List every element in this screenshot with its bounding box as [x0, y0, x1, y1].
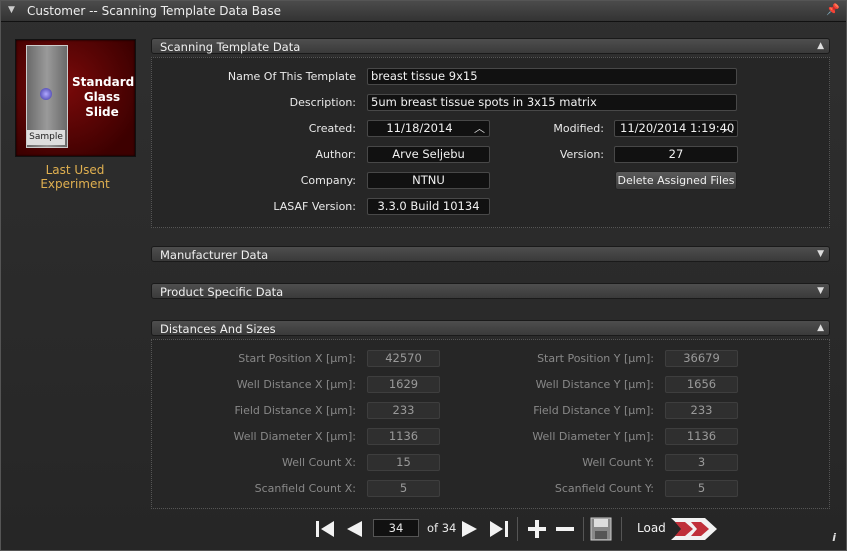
chevron-down-icon[interactable]: ▼ — [817, 286, 824, 296]
modified-label: Modified: — [553, 122, 604, 135]
info-icon[interactable]: i — [832, 531, 836, 544]
section-title: Manufacturer Data — [160, 248, 269, 262]
sample-spot — [40, 88, 52, 100]
chevron-up-icon[interactable]: ︿ — [474, 121, 485, 136]
created-label: Created: — [308, 122, 356, 135]
well-diameter-y-field: 1136 — [665, 428, 738, 445]
next-page-icon[interactable] — [461, 519, 479, 539]
start-position-x-field: 42570 — [367, 350, 440, 367]
created-date-value: 11/18/2014 — [386, 121, 453, 135]
first-page-icon[interactable] — [315, 519, 335, 539]
well-distance-x-field: 1629 — [367, 376, 440, 393]
section-title: Distances And Sizes — [160, 322, 276, 336]
last-page-icon[interactable] — [489, 519, 509, 539]
distance-label: Well Distance X [µm]: — [236, 378, 356, 391]
distance-label: Well Diameter Y [µm]: — [532, 430, 654, 443]
add-icon[interactable] — [527, 519, 547, 539]
load-label: Load — [637, 521, 666, 535]
pin-icon[interactable]: 📌 — [826, 3, 840, 16]
last-used-experiment-caption: Last Used Experiment — [40, 163, 110, 191]
field-distance-x-field: 233 — [367, 402, 440, 419]
author-label: Author: — [315, 148, 356, 161]
scanfield-count-x-field: 5 — [367, 480, 440, 497]
version-label: Version: — [559, 148, 604, 161]
save-icon[interactable] — [590, 517, 612, 541]
distance-label: Well Count Y: — [582, 456, 654, 469]
modified-date-field[interactable]: 11/20/2014 1:19:40 ︿ — [614, 120, 738, 137]
description-field[interactable]: 5um breast tissue spots in 3x15 matrix — [367, 94, 737, 111]
created-date-field[interactable]: 11/18/2014 ︿ — [367, 120, 490, 137]
section-title: Product Specific Data — [160, 285, 284, 299]
load-arrow-icon[interactable] — [669, 516, 719, 542]
slide-label: Sample — [27, 130, 65, 145]
distance-label: Well Diameter X [µm]: — [233, 430, 357, 443]
thumbnail-title: Standard Glass Slide — [72, 75, 135, 120]
distance-label: Start Position Y [µm]: — [537, 352, 654, 365]
thumbnail-line: Glass — [83, 90, 121, 104]
delete-assigned-files-button[interactable]: Delete Assigned Files — [615, 171, 737, 190]
manufacturer-data-header[interactable]: Manufacturer Data ▼ — [151, 246, 830, 262]
company-field[interactable]: NTNU — [367, 172, 490, 189]
template-database-window: ▼ Customer -- Scanning Template Data Bas… — [0, 0, 847, 551]
collapse-icon[interactable]: ▼ — [8, 5, 15, 15]
section-title: Scanning Template Data — [160, 40, 301, 54]
distances-sizes-header[interactable]: Distances And Sizes ▲ — [151, 320, 830, 336]
name-label: Name Of This Template — [227, 70, 356, 83]
version-field[interactable]: 27 — [614, 146, 738, 163]
distance-label: Field Distance Y [µm]: — [533, 404, 654, 417]
chevron-up-icon[interactable]: ▲ — [817, 41, 824, 51]
template-name-field[interactable]: breast tissue 9x15 — [367, 68, 737, 85]
product-specific-header[interactable]: Product Specific Data ▼ — [151, 283, 830, 299]
well-diameter-x-field: 1136 — [367, 428, 440, 445]
remove-icon[interactable] — [555, 519, 575, 539]
field-distance-y-field: 233 — [665, 402, 738, 419]
chevron-up-icon[interactable]: ▲ — [817, 323, 824, 333]
start-position-y-field: 36679 — [665, 350, 738, 367]
window-title: Customer -- Scanning Template Data Base — [27, 4, 281, 18]
title-bar: ▼ Customer -- Scanning Template Data Bas… — [1, 1, 846, 22]
toolbar-divider — [621, 517, 622, 541]
company-label: Company: — [300, 174, 356, 187]
chevron-down-icon[interactable]: ▼ — [817, 249, 824, 259]
distance-label: Start Position X [µm]: — [238, 352, 356, 365]
scanning-template-header[interactable]: Scanning Template Data ▲ — [151, 38, 830, 54]
thumbnail-line: Slide — [85, 105, 119, 119]
lasaf-version-label: LASAF Version: — [273, 200, 356, 213]
author-field[interactable]: Arve Seljebu — [367, 146, 490, 163]
scanfield-count-y-field: 5 — [665, 480, 738, 497]
page-count-label: of 34 — [427, 521, 457, 535]
lasaf-version-field[interactable]: 3.3.0 Build 10134 — [367, 198, 490, 215]
thumbnail-line: Standard — [72, 75, 135, 89]
prev-page-icon[interactable] — [345, 519, 363, 539]
glass-slide-graphic: Sample — [26, 45, 68, 148]
navigation-toolbar: 34 of 34 Load — [311, 515, 731, 545]
well-distance-y-field: 1656 — [665, 376, 738, 393]
well-count-y-field: 3 — [665, 454, 738, 471]
distance-label: Scanfield Count X: — [254, 482, 356, 495]
well-count-x-field: 15 — [367, 454, 440, 471]
toolbar-divider — [583, 517, 584, 541]
page-number-input[interactable]: 34 — [373, 519, 419, 537]
distance-label: Scanfield Count Y: — [554, 482, 654, 495]
experiment-thumbnail[interactable]: Sample Standard Glass Slide — [15, 39, 136, 157]
description-label: Description: — [289, 96, 356, 109]
modified-date-value: 11/20/2014 1:19:40 — [620, 121, 735, 135]
chevron-up-icon[interactable]: ︿ — [722, 121, 733, 136]
distance-label: Well Distance Y [µm]: — [535, 378, 654, 391]
distance-label: Well Count X: — [281, 456, 356, 469]
distance-label: Field Distance X [µm]: — [234, 404, 356, 417]
toolbar-divider — [517, 517, 518, 541]
